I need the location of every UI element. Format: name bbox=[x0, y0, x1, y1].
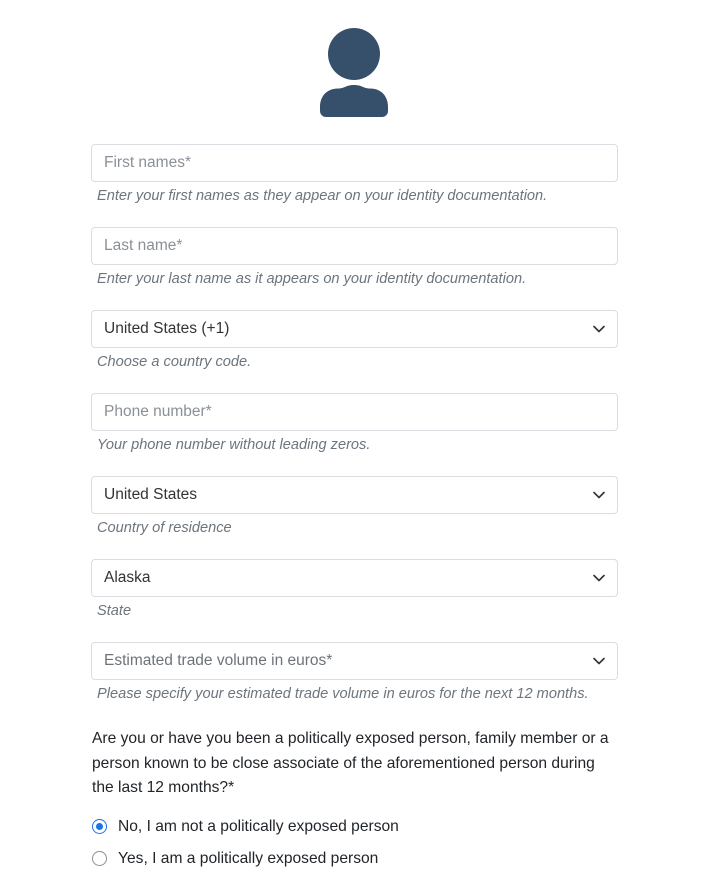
country-of-residence-helper: Country of residence bbox=[97, 520, 232, 536]
radio-icon-yes[interactable] bbox=[92, 851, 107, 866]
state-helper: State bbox=[97, 603, 132, 619]
pep-question-text: Are you or have you been a politically e… bbox=[92, 730, 609, 796]
pep-option-no-label: No, I am not a politically exposed perso… bbox=[118, 817, 399, 835]
field-group-last-name: Last name* Enter your last name as it ap… bbox=[91, 227, 618, 290]
identity-form-page: First names* Enter your first names as t… bbox=[0, 0, 707, 885]
avatar bbox=[0, 0, 707, 117]
country-code-select-wrap[interactable]: United States (+1) bbox=[91, 310, 618, 348]
phone-number-input[interactable]: Phone number* bbox=[91, 393, 618, 431]
country-code-helper: Choose a country code. bbox=[97, 354, 252, 370]
field-group-country-code: United States (+1) Choose a country code… bbox=[91, 310, 618, 373]
last-name-input[interactable]: Last name* bbox=[91, 227, 618, 265]
pep-option-yes-label: Yes, I am a politically exposed person bbox=[118, 849, 379, 867]
trade-volume-select-wrap[interactable]: Estimated trade volume in euros* bbox=[91, 642, 618, 680]
country-of-residence-select-wrap[interactable]: United States bbox=[91, 476, 618, 514]
first-names-input[interactable]: First names* bbox=[91, 144, 618, 182]
last-name-helper: Enter your last name as it appears on yo… bbox=[97, 271, 527, 287]
field-group-country-of-residence: United States Country of residence bbox=[91, 476, 618, 539]
first-names-helper: Enter your first names as they appear on… bbox=[97, 188, 548, 204]
last-name-placeholder: Last name* bbox=[104, 237, 183, 254]
pep-question-block: Are you or have you been a politically e… bbox=[91, 727, 617, 875]
radio-icon-no[interactable] bbox=[92, 819, 107, 834]
state-select-wrap[interactable]: Alaska bbox=[91, 559, 618, 597]
country-of-residence-select[interactable]: United States bbox=[91, 476, 618, 514]
trade-volume-helper: Please specify your estimated trade volu… bbox=[97, 686, 589, 702]
field-group-state: Alaska State bbox=[91, 559, 618, 622]
first-names-placeholder: First names* bbox=[104, 154, 191, 171]
country-code-select[interactable]: United States (+1) bbox=[91, 310, 618, 348]
registration-form: First names* Enter your first names as t… bbox=[90, 144, 618, 875]
pep-option-no[interactable]: No, I am not a politically exposed perso… bbox=[91, 811, 617, 843]
phone-number-placeholder: Phone number* bbox=[104, 403, 212, 420]
state-select[interactable]: Alaska bbox=[91, 559, 618, 597]
pep-option-yes[interactable]: Yes, I am a politically exposed person bbox=[91, 843, 617, 875]
phone-number-helper: Your phone number without leading zeros. bbox=[97, 437, 371, 453]
trade-volume-select[interactable]: Estimated trade volume in euros* bbox=[91, 642, 618, 680]
field-group-trade-volume: Estimated trade volume in euros* Please … bbox=[91, 642, 618, 705]
field-group-first-names: First names* Enter your first names as t… bbox=[91, 144, 618, 207]
pep-radio-group: No, I am not a politically exposed perso… bbox=[91, 811, 617, 875]
person-icon bbox=[313, 27, 395, 117]
field-group-phone-number: Phone number* Your phone number without … bbox=[91, 393, 618, 456]
